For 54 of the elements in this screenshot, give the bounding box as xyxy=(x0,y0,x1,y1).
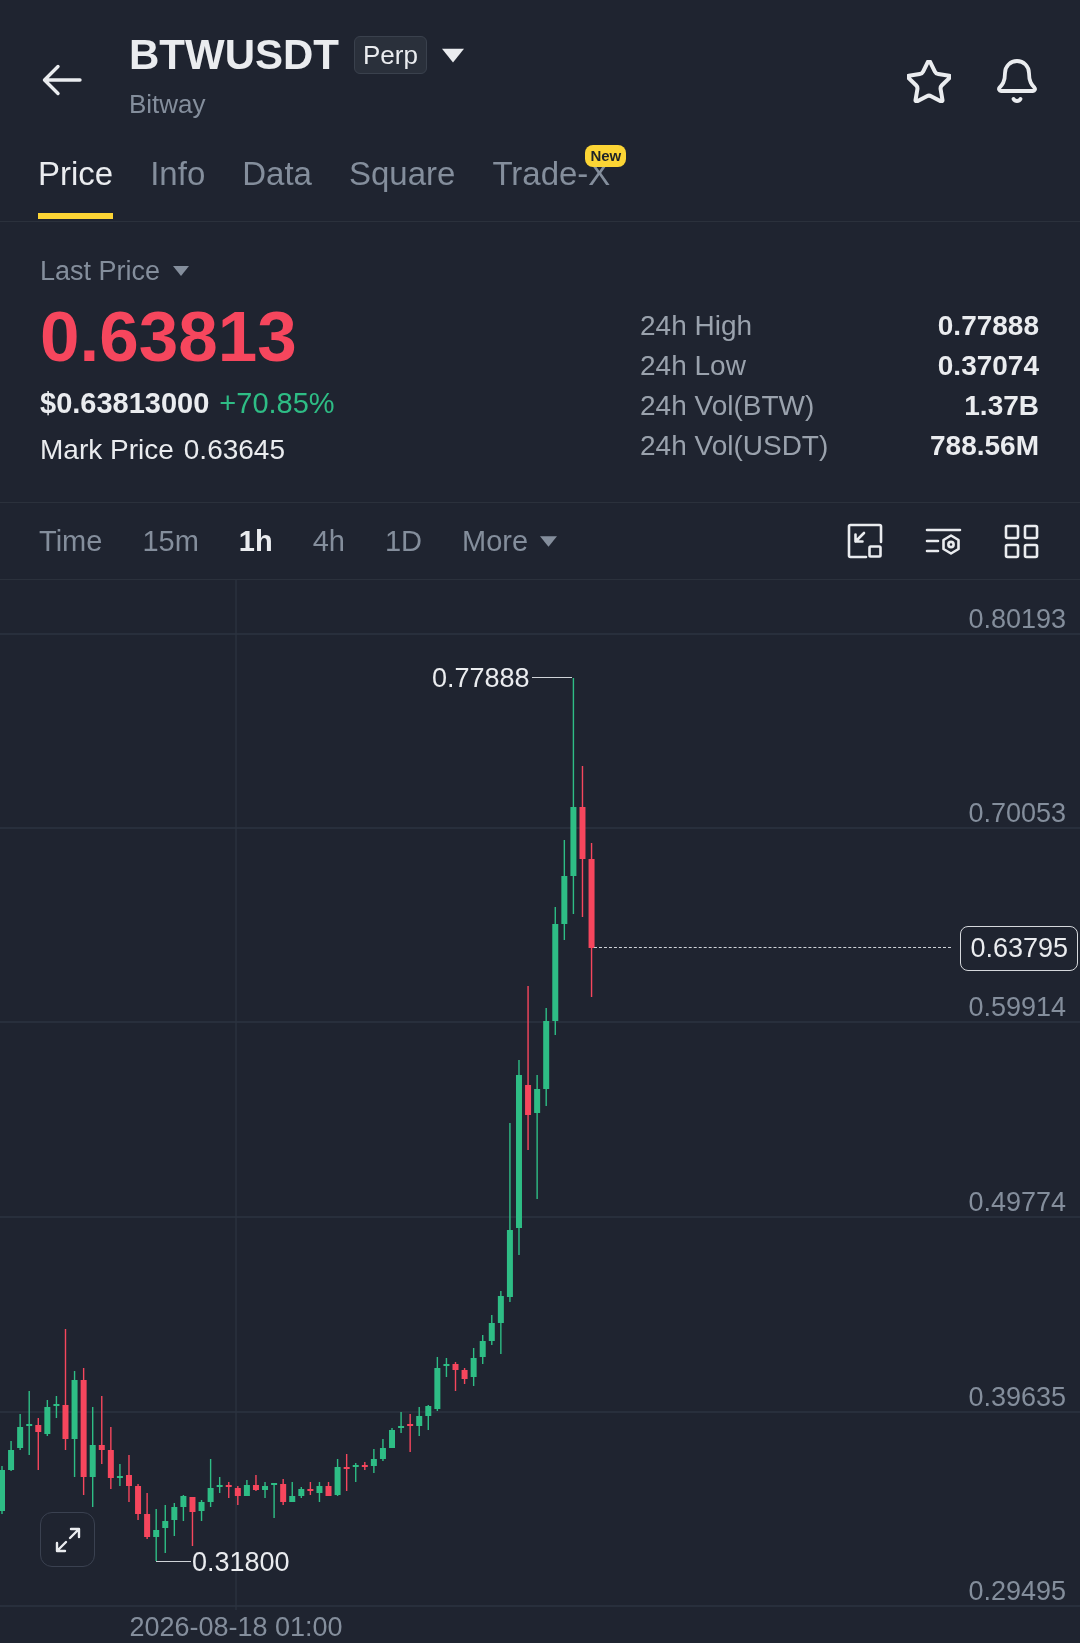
stat-value: 0.37074 xyxy=(937,349,1039,383)
caret-down-icon[interactable] xyxy=(441,47,464,63)
stat-label: 24h Vol(USDT) xyxy=(640,429,829,463)
stat-value: 788.56M xyxy=(930,429,1039,463)
mark-price-value: 0.63645 xyxy=(183,433,285,467)
pair-symbol: BTWUSDT xyxy=(129,30,339,80)
price-change: +70.85% xyxy=(219,386,335,420)
expand-icon xyxy=(53,1525,82,1554)
caret-down-icon xyxy=(540,535,558,547)
stat-value: 1.37B xyxy=(964,389,1039,423)
favorite-button[interactable] xyxy=(907,59,951,103)
tab[interactable]: Price xyxy=(38,140,114,219)
window-arrow-icon xyxy=(847,523,883,559)
back-button[interactable] xyxy=(42,64,82,96)
leader-line xyxy=(532,677,572,678)
interval-tab[interactable]: 1D xyxy=(384,523,422,559)
expand-button[interactable] xyxy=(40,1512,95,1567)
time-axis-label: 2026-08-18 01:00 xyxy=(129,1611,343,1643)
tab[interactable]: Data xyxy=(242,140,312,219)
interval-tab[interactable]: 15m xyxy=(142,523,199,559)
last-price-tag: 0.63795 xyxy=(960,926,1078,971)
contract-type-badge: Perp xyxy=(353,36,427,74)
price-axis-label: 0.39635 xyxy=(968,1381,1066,1413)
interval-tab[interactable]: 1h xyxy=(238,523,273,559)
bell-icon xyxy=(996,59,1038,103)
price-axis-label: 0.49774 xyxy=(968,1186,1066,1218)
leader-line xyxy=(156,1561,191,1562)
last-price-label[interactable]: Last Price xyxy=(40,254,161,288)
high-price-label: 0.77888 xyxy=(432,662,530,694)
layout-button[interactable] xyxy=(1004,523,1039,559)
grid-icon xyxy=(1004,523,1039,559)
mark-price-label: Mark Price xyxy=(40,433,174,467)
pair-name: Bitway xyxy=(129,88,206,120)
usd-price: $0.63813000 xyxy=(40,386,210,420)
price-axis-label: 0.70053 xyxy=(968,797,1066,829)
stat-label: 24h High xyxy=(640,309,753,343)
stat-label: 24h Low xyxy=(640,349,746,383)
interval-tab[interactable]: 4h xyxy=(312,523,345,559)
tab[interactable]: Info xyxy=(150,140,206,219)
chart-window-button[interactable] xyxy=(847,523,883,559)
star-icon xyxy=(907,59,951,103)
stat-value: 0.77888 xyxy=(937,309,1039,343)
more-menu-button[interactable]: More xyxy=(462,523,558,559)
stat-label: 24h Vol(BTW) xyxy=(640,389,815,423)
low-price-label: 0.31800 xyxy=(192,1546,290,1578)
price-axis-label: 0.80193 xyxy=(968,603,1066,635)
last-price: 0.63813 xyxy=(40,301,297,373)
interval-tab[interactable]: Time xyxy=(39,523,103,559)
price-axis-label: 0.29495 xyxy=(968,1575,1066,1607)
price-axis-label: 0.59914 xyxy=(968,991,1066,1023)
new-badge: New xyxy=(585,145,627,167)
tab[interactable]: Square xyxy=(348,140,456,219)
alert-button[interactable] xyxy=(996,59,1038,103)
arrow-left-icon xyxy=(42,64,82,96)
